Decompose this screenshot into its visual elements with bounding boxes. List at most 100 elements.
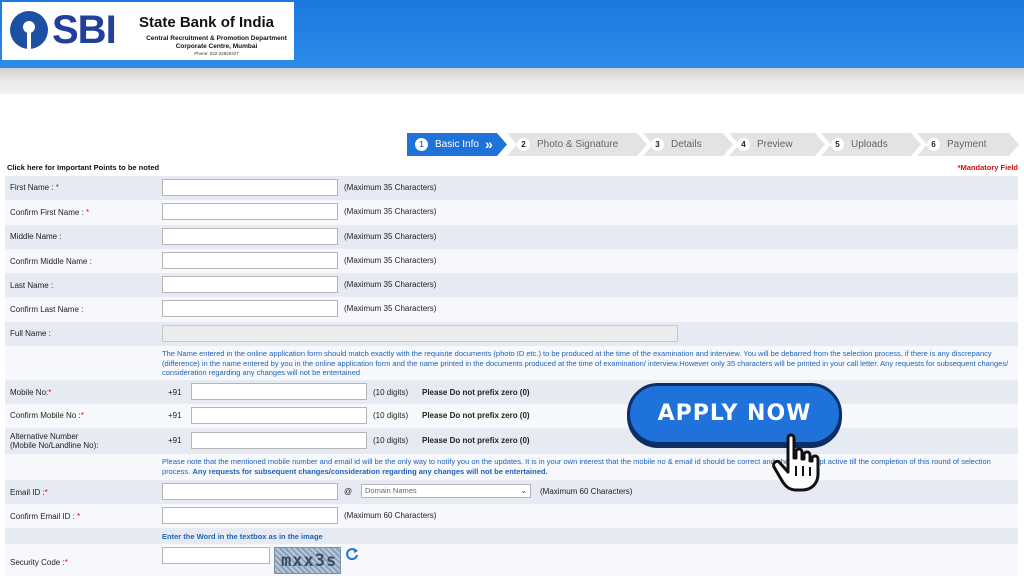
mobile-label: Mobile No: [10,388,49,397]
alt-number-note: Please Do not prefix zero (0) [422,436,530,445]
last-name-hint: (Maximum 35 Characters) [344,280,437,289]
alt-number-label: Alternative Number [10,432,79,441]
mobile-note: Please Do not prefix zero (0) [422,388,530,397]
confirm-first-name-hint: (Maximum 35 Characters) [344,207,437,216]
confirm-email-row: Confirm Email ID : * (Maximum 60 Charact… [5,504,1018,528]
email-hint: (Maximum 60 Characters) [540,487,633,496]
mobile-hint: (10 digits) [373,388,409,397]
confirm-middle-name-input[interactable] [162,252,338,269]
alt-number-hint: (10 digits) [373,436,409,445]
step-label: Photo & Signature [537,139,619,150]
alt-number-sublabel: (Mobile No/Landline No): [10,441,99,450]
captcha-image: mxx3s [274,547,341,574]
step-label: Details [671,139,702,150]
domain-select-value: Domain Names [365,486,417,495]
alt-number-input[interactable] [191,432,367,449]
last-name-input[interactable] [162,276,338,293]
step-payment[interactable]: 6 Payment [917,133,1019,156]
step-label: Basic Info [435,139,479,150]
step-label: Payment [947,139,987,150]
confirm-mobile-row: Confirm Mobile No :* +91 (10 digits) Ple… [5,404,1018,428]
sbi-keyhole-logo-icon [10,11,48,49]
step-uploads[interactable]: 5 Uploads [821,133,921,156]
middle-name-input[interactable] [162,228,338,245]
confirm-last-name-hint: (Maximum 35 Characters) [344,304,437,313]
header-divider-bar [0,68,1024,94]
first-name-input[interactable] [162,179,338,196]
first-name-hint: (Maximum 35 Characters) [344,183,437,192]
mobile-input[interactable] [191,383,367,400]
step-number: 3 [651,138,664,151]
required-marker: * [77,512,81,521]
step-number: 2 [517,138,530,151]
refresh-icon[interactable] [345,547,359,561]
at-sign: @ [344,487,353,496]
first-name-label: First Name : [10,183,54,192]
email-row: Email ID :* @ Domain Names ⌄ (Maximum 60… [5,480,1018,504]
confirm-first-name-input[interactable] [162,203,338,220]
middle-name-row: Middle Name : (Maximum 35 Characters) [5,225,1018,249]
phone-number: Phone: 022-22820427 [194,51,239,56]
email-label: Email ID : [10,488,45,497]
step-details[interactable]: 3 Details [643,133,733,156]
confirm-mobile-input[interactable] [191,407,367,424]
captcha-text: mxx3s [281,551,338,571]
pointing-hand-cursor-icon [772,433,820,492]
country-code: +91 [168,411,182,420]
confirm-email-hint: (Maximum 60 Characters) [344,511,437,520]
contact-info-warning: Any requests for subsequent changes/cons… [192,466,548,476]
security-code-row: Security Code :* [5,544,1018,576]
required-marker: * [86,208,90,217]
middle-name-label: Middle Name : [10,232,62,241]
double-chevron-right-icon: » [485,136,490,152]
captcha-instruction: Enter the Word in the textbox as in the … [162,532,323,541]
middle-name-hint: (Maximum 35 Characters) [344,232,437,241]
full-name-readonly-field [162,325,678,342]
confirm-middle-name-hint: (Maximum 35 Characters) [344,256,437,265]
mobile-row: Mobile No:* +91 (10 digits) Please Do no… [5,380,1018,404]
site-header: SBI State Bank of India Central Recruitm… [0,0,1024,68]
security-code-input[interactable] [162,547,270,564]
confirm-last-name-label: Confirm Last Name : [10,305,84,314]
required-marker: * [64,558,68,567]
security-code-label: Security Code : [10,558,65,567]
bank-name: State Bank of India [139,14,275,31]
confirm-mobile-label: Confirm Mobile No : [10,411,81,420]
application-steps: 1 Basic Info » 2 Photo & Signature 3 Det… [407,133,1019,156]
country-code: +91 [168,436,182,445]
important-points-link[interactable]: Click here for Important Points to be no… [7,163,159,172]
office-name: Corporate Centre, Mumbai [175,43,258,50]
contact-info-text: Please note that the mentioned mobile nu… [162,457,1012,476]
name-info-row: The Name entered in the online applicati… [5,346,1018,380]
last-name-row: Last Name : (Maximum 35 Characters) [5,273,1018,297]
mandatory-field-note: *Mandatory Field [957,163,1018,172]
email-domain-select[interactable]: Domain Names ⌄ [361,484,531,498]
confirm-last-name-input[interactable] [162,300,338,317]
sbi-logo-text: SBI [52,8,117,52]
step-preview[interactable]: 4 Preview [729,133,825,156]
required-marker: * [80,411,84,420]
step-number: 6 [927,138,940,151]
contact-info-row: Please note that the mentioned mobile nu… [5,454,1018,480]
confirm-middle-name-row: Confirm Middle Name : (Maximum 35 Charac… [5,249,1018,273]
email-input[interactable] [162,483,338,500]
step-photo-signature[interactable]: 2 Photo & Signature [507,133,647,156]
confirm-email-input[interactable] [162,507,338,524]
department-name: Central Recruitment & Promotion Departme… [146,35,287,42]
confirm-first-name-label: Confirm First Name : [10,208,84,217]
name-info-text: The Name entered in the online applicati… [162,349,1009,377]
full-name-row: Full Name : [5,322,1018,346]
last-name-label: Last Name : [10,281,54,290]
step-label: Preview [757,139,793,150]
step-basic-info[interactable]: 1 Basic Info » [407,133,507,156]
step-number: 4 [737,138,750,151]
required-marker: * [55,183,59,192]
alt-number-row: Alternative Number (Mobile No/Landline N… [5,428,1018,454]
step-number: 5 [831,138,844,151]
captcha-instruction-row [5,528,1018,544]
step-number: 1 [415,138,428,151]
confirm-last-name-row: Confirm Last Name : (Maximum 35 Characte… [5,297,1018,322]
required-marker: * [44,488,48,497]
first-name-row: First Name : * (Maximum 35 Characters) [5,176,1018,200]
chevron-down-icon: ⌄ [520,486,527,495]
